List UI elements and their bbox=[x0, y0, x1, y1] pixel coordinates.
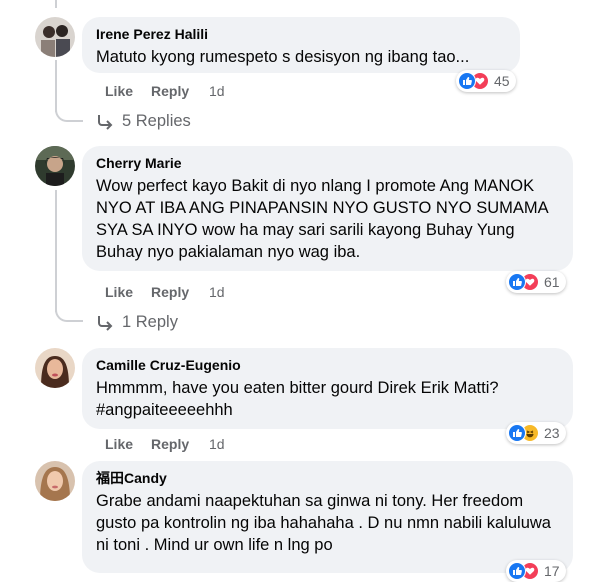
like-button[interactable]: Like bbox=[105, 436, 151, 452]
comment-text: Hmmmm, have you eaten bitter gourd Direk… bbox=[96, 379, 499, 419]
view-replies-link[interactable]: 5 Replies bbox=[96, 112, 191, 131]
reply-arrow-icon bbox=[98, 114, 113, 130]
comment-actions: Like Reply 1d bbox=[105, 284, 225, 300]
thread-curve bbox=[55, 306, 83, 322]
comment-author[interactable]: 福田Candy bbox=[96, 469, 561, 487]
reactions-summary[interactable]: 17 bbox=[506, 560, 566, 582]
comment-timestamp[interactable]: 1d bbox=[209, 83, 225, 99]
reaction-count: 23 bbox=[544, 425, 560, 441]
thread-line bbox=[55, 0, 57, 8]
thread-line bbox=[55, 60, 57, 112]
comment-bubble: Camille Cruz-Eugenio Hmmmm, have you eat… bbox=[82, 348, 573, 429]
like-reaction-icon bbox=[458, 72, 476, 90]
reaction-count: 61 bbox=[544, 274, 560, 290]
view-replies-link[interactable]: 1 Reply bbox=[96, 313, 178, 332]
reaction-count: 17 bbox=[544, 563, 560, 579]
comment-actions: Like Reply 1d bbox=[105, 83, 225, 99]
comment-bubble: Cherry Marie Wow perfect kayo Bakit di n… bbox=[82, 146, 573, 271]
reactions-summary[interactable]: 61 bbox=[506, 271, 566, 293]
like-button[interactable]: Like bbox=[105, 83, 151, 99]
reply-button[interactable]: Reply bbox=[151, 83, 209, 99]
avatar[interactable] bbox=[35, 461, 75, 501]
reaction-count: 45 bbox=[494, 73, 510, 89]
like-reaction-icon bbox=[508, 424, 526, 442]
avatar[interactable] bbox=[35, 348, 75, 388]
comment-text: Wow perfect kayo Bakit di nyo nlang I pr… bbox=[96, 177, 548, 261]
comment-timestamp[interactable]: 1d bbox=[209, 284, 225, 300]
avatar[interactable] bbox=[35, 17, 75, 57]
avatar[interactable] bbox=[35, 146, 75, 186]
thread-curve bbox=[55, 106, 83, 122]
like-button[interactable]: Like bbox=[105, 284, 151, 300]
replies-count-label: 1 Reply bbox=[122, 313, 178, 331]
comment-timestamp[interactable]: 1d bbox=[209, 436, 225, 452]
comment-text: Grabe andami naapektuhan sa ginwa ni ton… bbox=[96, 492, 551, 554]
reactions-summary[interactable]: 23 bbox=[506, 422, 566, 444]
comment-author[interactable]: Irene Perez Halili bbox=[96, 25, 508, 43]
replies-count-label: 5 Replies bbox=[122, 112, 191, 130]
reactions-summary[interactable]: 45 bbox=[456, 70, 516, 92]
reply-button[interactable]: Reply bbox=[151, 284, 209, 300]
comment-bubble: 福田Candy Grabe andami naapektuhan sa ginw… bbox=[82, 461, 573, 573]
reply-arrow-icon bbox=[98, 315, 113, 331]
comment-bubble: Irene Perez Halili Matuto kyong rumespet… bbox=[82, 17, 520, 73]
reply-button[interactable]: Reply bbox=[151, 436, 209, 452]
like-reaction-icon bbox=[508, 273, 526, 291]
comment-author[interactable]: Cherry Marie bbox=[96, 154, 561, 172]
comment-author[interactable]: Camille Cruz-Eugenio bbox=[96, 356, 561, 374]
thread-line bbox=[55, 190, 57, 312]
comment-actions: Like Reply 1d bbox=[105, 436, 225, 452]
like-reaction-icon bbox=[508, 562, 526, 580]
comment-text: Matuto kyong rumespeto s desisyon ng iba… bbox=[96, 48, 470, 66]
